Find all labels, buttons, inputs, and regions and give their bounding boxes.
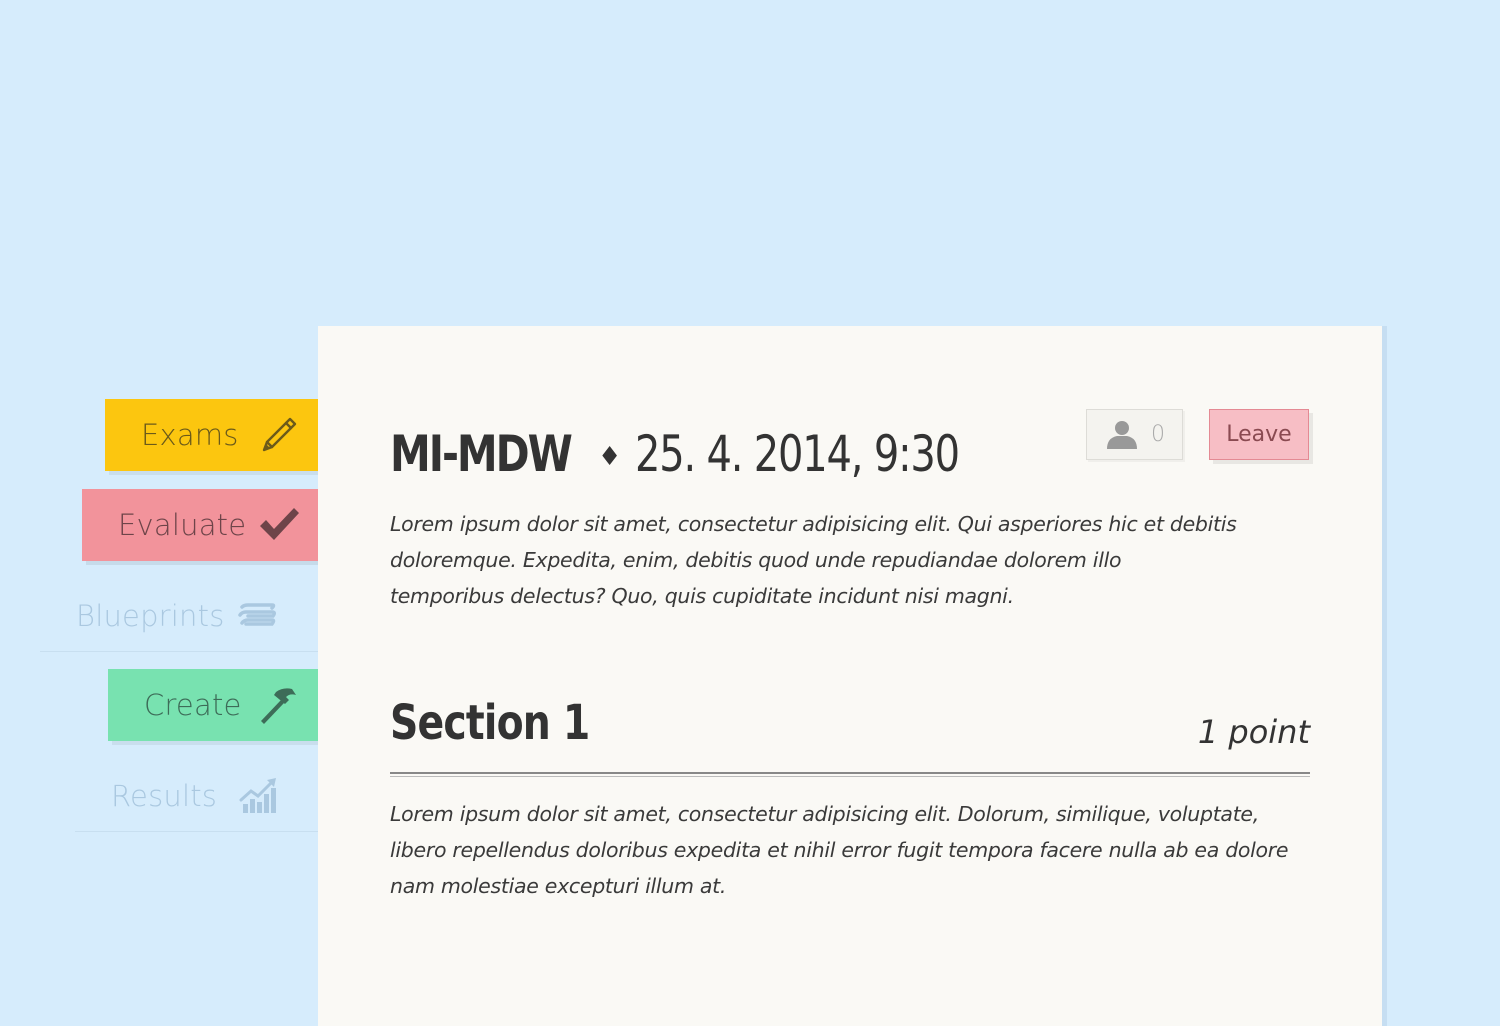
section-divider (390, 772, 1310, 777)
participants-button[interactable]: 0 (1086, 409, 1183, 460)
exam-title: MI-MDW ♦ 25. 4. 2014, 9:30 (390, 425, 1040, 489)
title-separator: ♦ (598, 442, 622, 473)
sidebar-item-blueprints[interactable]: Blueprints (40, 580, 320, 652)
sidebar-item-label: Results (111, 778, 218, 813)
hammer-icon (256, 683, 300, 727)
pencil-icon (257, 413, 301, 457)
sidebar-item-label: Evaluate (118, 508, 247, 542)
exam-description: Lorem ipsum dolor sit amet, consectetur … (390, 512, 1237, 608)
sidebar-item-label: Blueprints (76, 598, 225, 633)
person-icon (1107, 421, 1137, 449)
layers-icon (236, 594, 280, 638)
participants-count: 0 (1151, 422, 1165, 447)
exam-card: MI-MDW ♦ 25. 4. 2014, 9:30 0 Leave Lorem… (318, 326, 1382, 1026)
sidebar-item-exams[interactable]: Exams (105, 399, 320, 471)
leave-button[interactable]: Leave (1209, 409, 1309, 460)
sidebar-item-results[interactable]: Results (75, 760, 320, 832)
sidebar-item-evaluate[interactable]: Evaluate (82, 489, 320, 561)
chart-icon (237, 774, 281, 818)
section-text: Lorem ipsum dolor sit amet, consectetur … (390, 802, 1289, 898)
checkmark-icon (257, 503, 301, 547)
sidebar-item-label: Create (144, 688, 242, 722)
section-header: Section 1 1 point (390, 691, 1310, 777)
exam-code: MI-MDW (390, 425, 573, 484)
sidebar-item-create[interactable]: Create (108, 669, 320, 741)
section-title: Section 1 (390, 695, 590, 751)
sidebar-item-label: Exams (141, 418, 239, 452)
section-points: 1 point (1197, 713, 1310, 751)
exam-datetime: 25. 4. 2014, 9:30 (635, 425, 960, 484)
